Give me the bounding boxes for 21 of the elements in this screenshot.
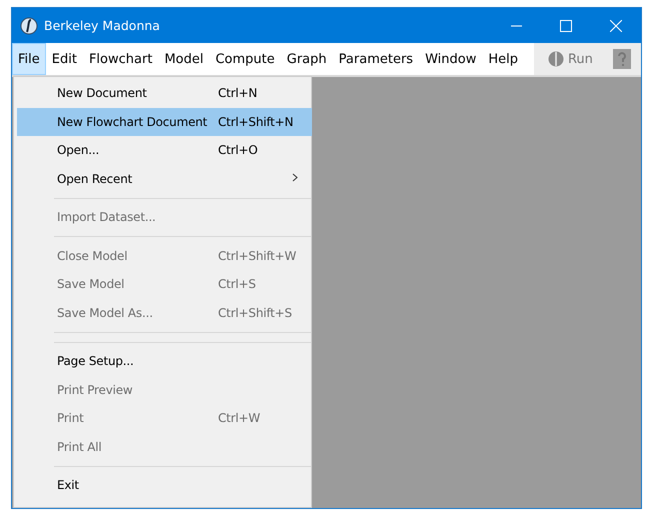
menu-item[interactable]: Parameters: [332, 43, 420, 75]
maximize-icon: [560, 20, 572, 32]
menu-item[interactable]: Help: [482, 43, 524, 75]
close-icon: [610, 20, 622, 32]
menu-item[interactable]: Edit: [46, 43, 83, 75]
menu-item[interactable]: Open Recent: [17, 164, 312, 193]
help-icon[interactable]: [612, 49, 631, 69]
menu-item[interactable]: Window: [419, 43, 482, 75]
window-title: Berkeley Madonna: [44, 18, 161, 33]
menu-item[interactable]: File: [12, 43, 46, 75]
menu-item[interactable]: Model: [158, 43, 210, 75]
menu-item[interactable]: New Flowchart Document Ctrl+Shift+N: [17, 108, 312, 136]
menu-item[interactable]: Page Setup...: [17, 347, 312, 376]
menu-item[interactable]: Flowchart: [82, 43, 158, 75]
menu-item[interactable]: Exit: [17, 471, 312, 500]
menu-item[interactable]: Compute: [209, 43, 281, 75]
run-icon: [548, 51, 564, 67]
app-logo-icon: [20, 16, 38, 34]
menu-item[interactable]: Open... Ctrl+O: [17, 136, 312, 164]
menu-item[interactable]: New Document Ctrl+N: [17, 79, 312, 108]
menu-item[interactable]: Graph: [280, 43, 333, 75]
